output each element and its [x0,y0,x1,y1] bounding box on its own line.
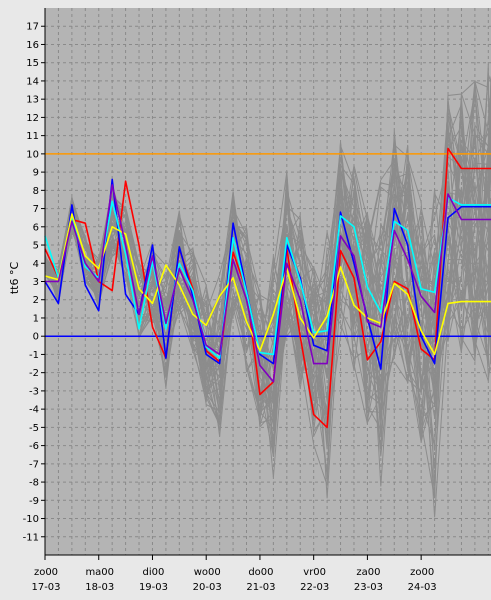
y-tick-label: 6 [33,222,39,233]
y-tick-label: 9 [33,168,39,179]
y-tick-label: 0 [33,332,39,343]
x-tick-label-weekday: ma00 [85,567,114,578]
x-tick-label-weekday: di00 [143,567,165,578]
x-tick-label-date: 17-03 [31,582,60,593]
y-tick-label: -7 [29,459,39,470]
y-tick-label: 14 [26,76,39,87]
y-tick-label: -2 [29,368,39,379]
y-tick-label: -4 [29,405,39,416]
y-tick-label: 11 [26,131,39,142]
y-axis-label: tt6 °C [8,262,21,295]
ensemble-temperature-chart: -11 -10 -9 -8 -7 -6 -5 -4 -3 -2 -1 0 1 2 3 4 5 6 7 8 9 10 11 12… [0,0,491,600]
y-tick-label: -1 [29,350,39,361]
y-tick-label: -5 [29,423,39,434]
x-tick-label-weekday: vr00 [303,567,326,578]
chart-svg: -11-10-9-8-7-6-5-4-3-2-10123456789101112… [8,8,491,593]
y-tick-label: 5 [33,241,39,252]
y-tick-label: -6 [29,441,39,452]
y-tick-label: 15 [26,58,39,69]
x-tick-label-date: 21-03 [246,582,275,593]
x-tick-label-weekday: za00 [356,567,380,578]
x-tick-label-date: 22-03 [300,582,329,593]
x-tick-label-date: 23-03 [354,582,383,593]
y-tick-label: 12 [26,113,39,124]
y-tick-label: 7 [33,204,39,215]
y-tick-label: 17 [26,22,39,33]
y-tick-label: 2 [33,295,39,306]
y-tick-label: 13 [26,95,39,106]
y-tick-label: -8 [29,478,39,489]
y-tick-label: -9 [29,496,39,507]
y-tick-label: 1 [33,313,39,324]
x-tick-label-date: 19-03 [139,582,168,593]
x-tick-label-weekday: wo00 [194,567,221,578]
y-tick-label: -10 [23,514,39,525]
y-tick-label: 10 [26,149,39,160]
y-tick-label: 8 [33,186,39,197]
y-tick-label: -3 [29,386,39,397]
x-tick-label-weekday: zo00 [34,567,58,578]
y-tick-label: 16 [26,40,39,51]
y-tick-label: 3 [33,277,39,288]
y-tick-label: 4 [33,259,39,270]
x-tick-label-date: 18-03 [85,582,114,593]
x-tick-label-date: 20-03 [193,582,222,593]
y-tick-label: -11 [23,532,39,543]
x-tick-label-weekday: zo00 [410,567,434,578]
x-tick-label-date: 24-03 [408,582,437,593]
x-tick-label-weekday: do00 [248,567,273,578]
